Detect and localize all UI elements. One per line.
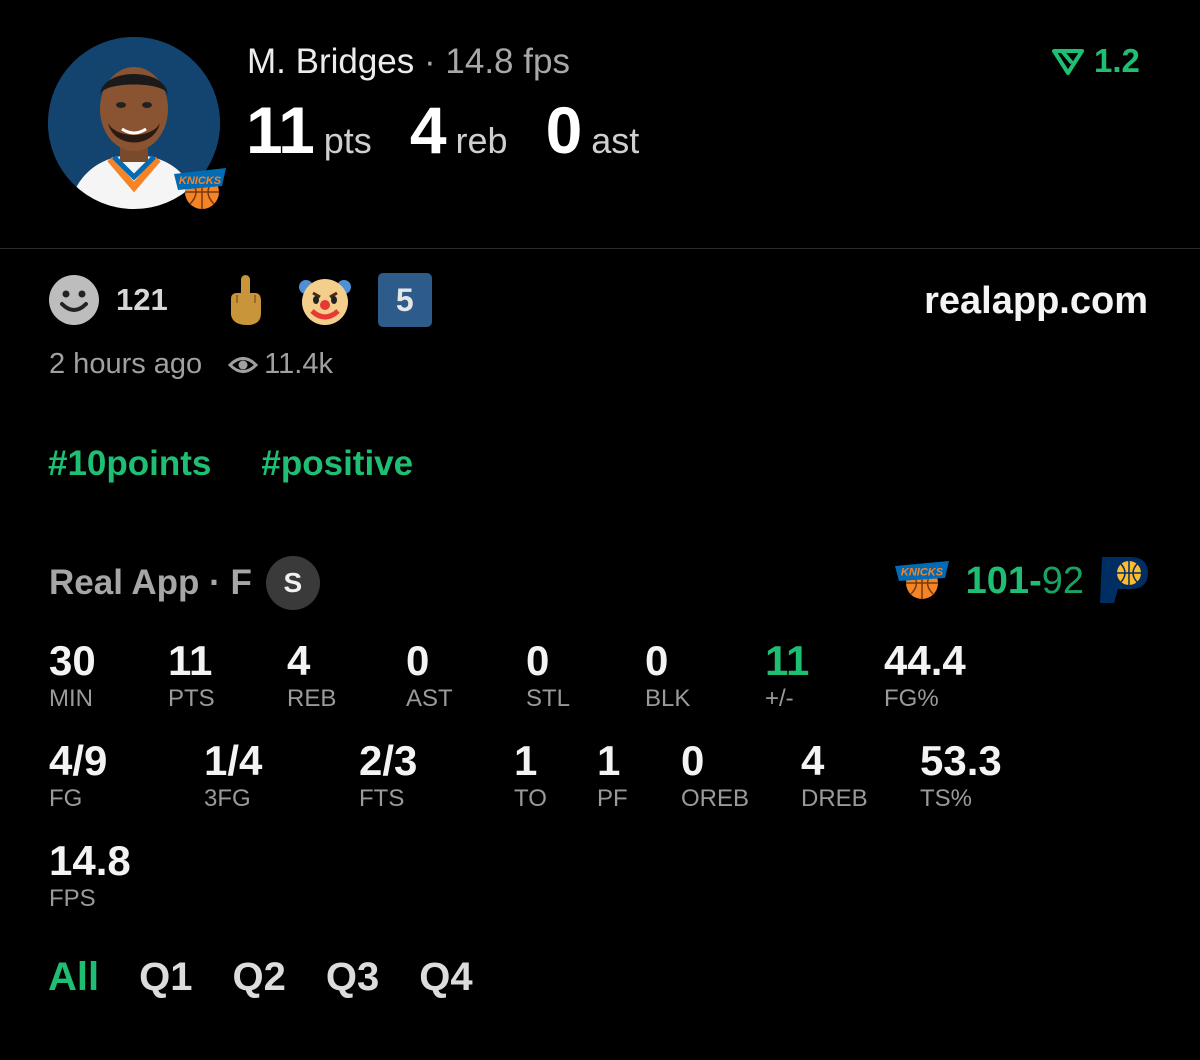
stat-value: 1 <box>514 737 538 784</box>
stat-fts: 2/3 FTS <box>359 738 417 814</box>
stat-3fg: 1/4 3FG <box>204 738 262 814</box>
tag-list: #10points #positive <box>48 444 463 484</box>
source-badge[interactable]: S <box>265 556 320 610</box>
stat-value: 0 <box>406 637 430 684</box>
stat-label: FG <box>49 785 83 812</box>
game-score[interactable]: KNICKS 101-92 <box>894 553 1152 610</box>
reactions-row: 121 5 <box>48 272 432 328</box>
stat-fg: 4/9 FG <box>49 738 107 814</box>
stat-label: STL <box>526 685 571 712</box>
game-source-label: Real App · F <box>49 563 252 602</box>
stat-to: 1 TO <box>514 738 547 814</box>
quarter-tabs: All Q1 Q2 Q3 Q4 <box>48 955 513 1000</box>
stat-label: FG% <box>884 685 939 712</box>
stat-label: BLK <box>645 685 691 712</box>
smile-reaction-icon[interactable] <box>48 274 100 326</box>
rating-value: 1.2 <box>1094 42 1140 79</box>
tab-q3[interactable]: Q3 <box>326 955 379 1000</box>
rating-arrow-icon <box>1052 49 1084 75</box>
player-fps: 14.8 fps <box>445 42 570 81</box>
headline-rebounds: 4 <box>409 93 447 167</box>
svg-text:KNICKS: KNICKS <box>179 175 222 187</box>
headline-points: 11 <box>246 93 315 167</box>
stat-label: 3FG <box>204 785 251 812</box>
stat-value: 11 <box>168 637 213 684</box>
stat-value: 0 <box>681 737 705 784</box>
stat-stl: 0 STL <box>526 638 570 714</box>
stat-blk: 0 BLK <box>645 638 690 714</box>
away-score: 92 <box>1041 560 1084 602</box>
stat-value: 2/3 <box>359 737 418 784</box>
stat-value: 1/4 <box>204 737 263 784</box>
stat-value: 4 <box>287 637 311 684</box>
stat-value: 30 <box>49 637 96 684</box>
stat-value: 11 <box>765 637 810 684</box>
view-count: 11.4k <box>264 348 333 380</box>
svg-text:KNICKS: KNICKS <box>901 567 944 579</box>
stat-ts-pct: 53.3 TS% <box>920 738 1002 814</box>
time-ago: 2 hours ago <box>49 348 203 380</box>
title-separator: · <box>424 42 436 81</box>
stat-fps: 14.8 FPS <box>49 838 131 914</box>
headline-assists-unit: ast <box>591 120 640 161</box>
tag-positive[interactable]: #positive <box>261 444 413 484</box>
stat-value: 1 <box>597 737 621 784</box>
meta-row: 2 hours ago 11.4k <box>49 348 333 381</box>
stat-label: PF <box>597 785 628 812</box>
stat-value: 0 <box>645 637 669 684</box>
reaction-count: 121 <box>116 282 168 317</box>
stat-value: 0 <box>526 637 550 684</box>
stat-label: TS% <box>920 785 973 812</box>
tag-10points[interactable]: #10points <box>48 444 211 484</box>
stat-oreb: 0 OREB <box>681 738 749 814</box>
player-title: M. Bridges · 14.8 fps <box>247 42 570 82</box>
stat-min: 30 MIN <box>49 638 96 714</box>
stat-value: 14.8 <box>49 837 131 884</box>
eye-icon <box>228 354 259 376</box>
score-dash: - <box>1029 560 1042 602</box>
headline-stats: 11 pts 4 reb 0 ast <box>246 92 677 168</box>
headline-assists: 0 <box>545 93 583 167</box>
headline-points-unit: pts <box>323 120 372 161</box>
stat-reb: 4 REB <box>287 638 336 714</box>
stat-value: 4 <box>801 737 825 784</box>
stat-pf: 1 PF <box>597 738 628 814</box>
home-score: 101 <box>965 560 1030 602</box>
stat-plus-minus: 11 +/- <box>765 638 809 714</box>
stat-label: TO <box>514 785 547 812</box>
stat-value: 53.3 <box>920 737 1002 784</box>
site-label[interactable]: realapp.com <box>924 280 1148 323</box>
middle-finger-emoji-icon[interactable] <box>218 273 272 327</box>
stat-pts: 11 PTS <box>168 638 215 714</box>
stat-label: FPS <box>49 885 96 912</box>
pacers-logo-icon <box>1096 553 1152 610</box>
number-badge[interactable]: 5 <box>377 273 432 327</box>
stat-value: 44.4 <box>884 637 966 684</box>
stat-dreb: 4 DREB <box>801 738 868 814</box>
stat-ast: 0 AST <box>406 638 453 714</box>
tab-all[interactable]: All <box>48 955 99 1000</box>
stat-value: 4/9 <box>49 737 108 784</box>
knicks-logo-badge: KNICKS <box>172 160 228 212</box>
score-text: 101-92 <box>966 560 1084 603</box>
stat-label: AST <box>406 685 453 712</box>
player-name[interactable]: M. Bridges <box>247 42 414 81</box>
stat-label: PTS <box>168 685 215 712</box>
stat-label: DREB <box>801 785 868 812</box>
header-divider <box>0 248 1200 249</box>
tab-q2[interactable]: Q2 <box>232 955 285 1000</box>
rating-badge[interactable]: 1.2 <box>1052 42 1140 80</box>
stat-label: OREB <box>681 785 750 812</box>
clown-emoji-icon[interactable] <box>298 273 352 327</box>
headline-rebounds-unit: reb <box>455 120 508 161</box>
stat-fg-pct: 44.4 FG% <box>884 638 966 714</box>
tab-q1[interactable]: Q1 <box>139 955 192 1000</box>
stat-label: FTS <box>359 785 405 812</box>
stat-label: +/- <box>765 685 794 712</box>
stat-label: MIN <box>49 685 93 712</box>
tab-q4[interactable]: Q4 <box>419 955 472 1000</box>
stat-label: REB <box>287 685 337 712</box>
knicks-logo-icon: KNICKS <box>894 556 950 607</box>
game-source: Real App · F S <box>49 556 320 610</box>
